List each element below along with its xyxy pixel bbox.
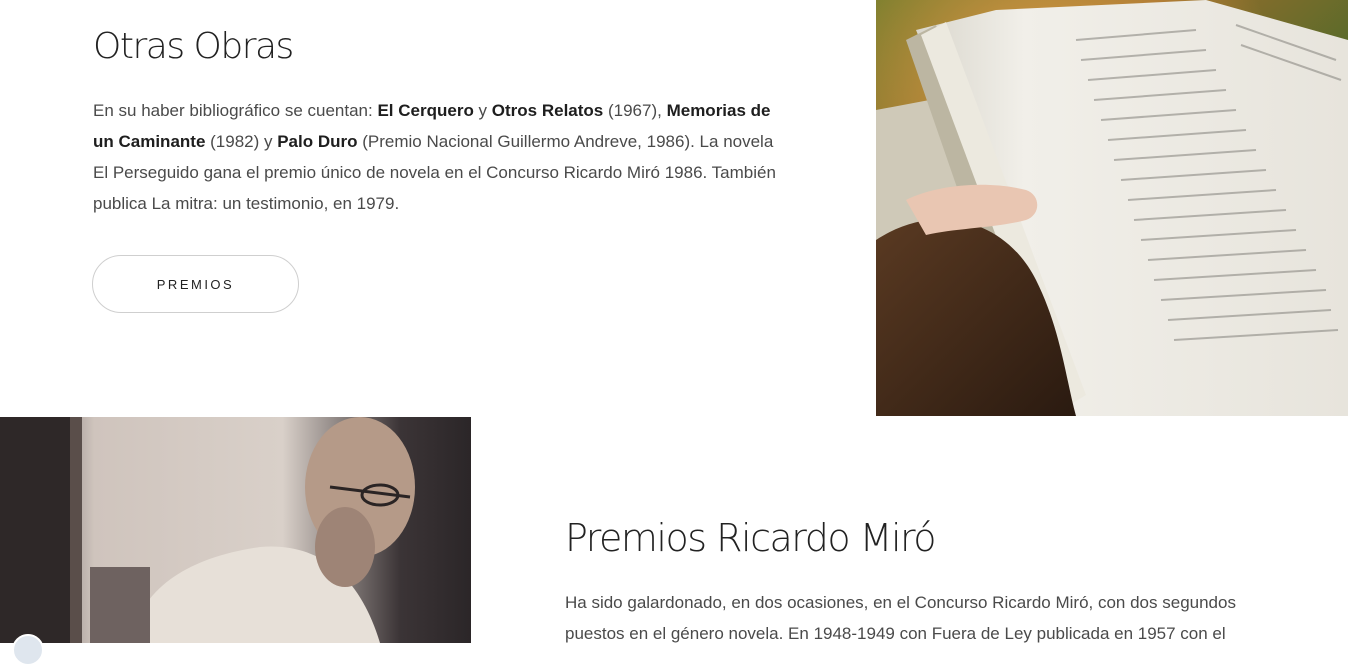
- work-title: Palo Duro: [277, 132, 358, 151]
- premios-ricardo-miro-title: Premios Ricardo Miró: [565, 516, 937, 560]
- premios-button[interactable]: PREMIOS: [92, 255, 299, 313]
- work-title: Otros Relatos: [491, 101, 604, 120]
- premios-paragraph: Ha sido galardonado, en dos ocasiones, e…: [565, 593, 1236, 643]
- otras-obras-paragraph: En su haber bibliográfico se cuentan: El…: [93, 95, 783, 219]
- paragraph-text: En su haber bibliográfico se cuentan:: [93, 101, 378, 120]
- paragraph-text: (1967),: [603, 101, 667, 120]
- book-photo: [876, 0, 1348, 416]
- scroll-to-top-button[interactable]: [12, 634, 44, 666]
- paragraph-text: (1982) y: [205, 132, 278, 151]
- otras-obras-title: Otras Obras: [93, 26, 294, 67]
- author-photo: [0, 417, 471, 643]
- paragraph-text: y: [473, 101, 492, 120]
- work-title: El Cerquero: [377, 101, 474, 120]
